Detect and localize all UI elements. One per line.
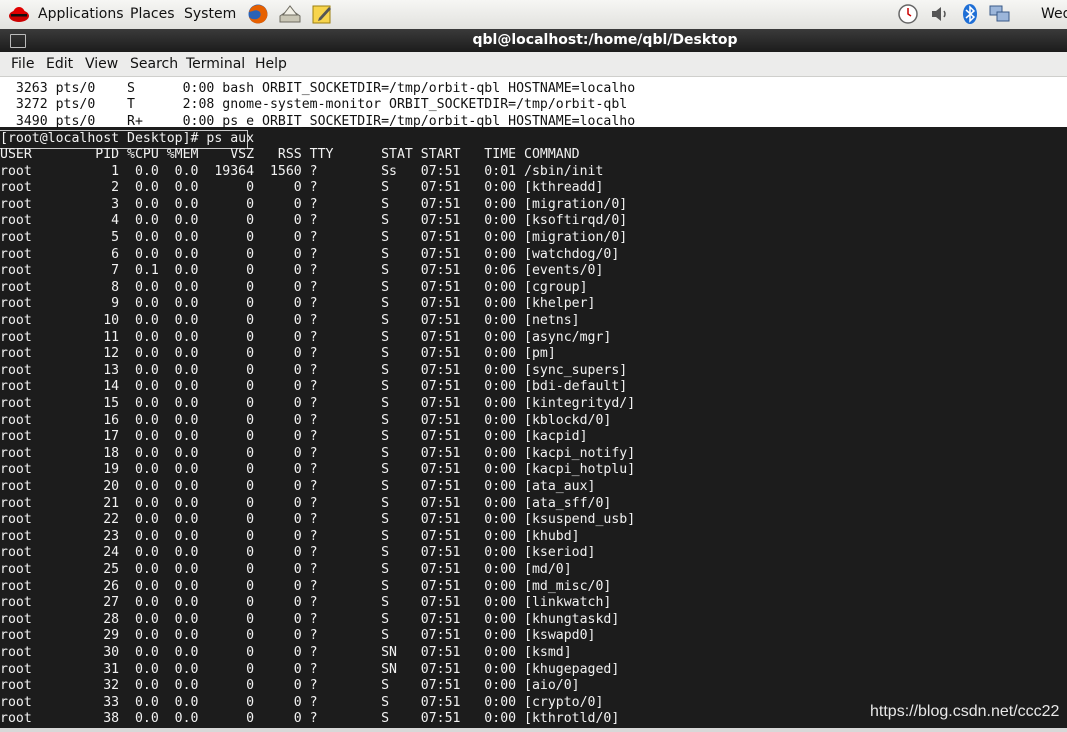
menu-view[interactable]: View [85,52,118,76]
process-row: root 10 0.0 0.0 0 0 ? S 07:51 0:00 [netn… [0,312,580,328]
history-line: 3263 pts/0 S 0:00 bash ORBIT_SOCKETDIR=/… [0,80,636,96]
menu-file[interactable]: File [11,52,34,76]
clock-icon[interactable] [896,3,920,25]
process-row: root 2 0.0 0.0 0 0 ? S 07:51 0:00 [kthre… [0,180,604,196]
window-title: qbl@localhost:/home/qbl/Desktop [472,32,738,48]
ps-column-header: USER PID %CPU %MEM VSZ RSS TTY STAT STAR… [0,146,580,162]
process-row: root 12 0.0 0.0 0 0 ? S 07:51 0:00 [pm] [0,346,556,362]
history-line: 3272 pts/0 T 2:08 gnome-system-monitor O… [0,97,628,113]
process-row: root 31 0.0 0.0 0 0 ? SN 07:51 0:00 [khu… [0,661,620,677]
process-row: root 6 0.0 0.0 0 0 ? S 07:51 0:00 [watch… [0,246,620,262]
menu-edit[interactable]: Edit [46,52,73,76]
process-row: root 29 0.0 0.0 0 0 ? S 07:51 0:00 [kswa… [0,628,596,644]
process-row: root 23 0.0 0.0 0 0 ? S 07:51 0:00 [khub… [0,528,580,544]
process-row: root 8 0.0 0.0 0 0 ? S 07:51 0:00 [cgrou… [0,279,588,295]
menu-terminal[interactable]: Terminal [186,52,245,76]
process-row: root 26 0.0 0.0 0 0 ? S 07:51 0:00 [md_m… [0,578,612,594]
menu-places[interactable]: Places [130,0,175,29]
process-row: root 24 0.0 0.0 0 0 ? S 07:51 0:00 [kser… [0,545,596,561]
bluetooth-icon[interactable] [958,3,982,25]
menu-help[interactable]: Help [255,52,287,76]
process-row: root 4 0.0 0.0 0 0 ? S 07:51 0:00 [ksoft… [0,213,628,229]
process-row: root 27 0.0 0.0 0 0 ? S 07:51 0:00 [link… [0,595,612,611]
menu-search[interactable]: Search [130,52,178,76]
process-row: root 30 0.0 0.0 0 0 ? SN 07:51 0:00 [ksm… [0,644,572,660]
process-row: root 22 0.0 0.0 0 0 ? S 07:51 0:00 [ksus… [0,512,636,528]
process-row: root 38 0.0 0.0 0 0 ? S 07:51 0:00 [kthr… [0,711,620,727]
window-title-bar[interactable]: qbl@localhost:/home/qbl/Desktop [0,29,1067,52]
process-row: root 16 0.0 0.0 0 0 ? S 07:51 0:00 [kblo… [0,412,612,428]
process-row: root 18 0.0 0.0 0 0 ? S 07:51 0:00 [kacp… [0,445,636,461]
network-icon[interactable] [988,3,1012,25]
process-row: root 11 0.0 0.0 0 0 ? S 07:51 0:00 [asyn… [0,329,612,345]
panel-clock[interactable]: Wed [1041,0,1067,29]
process-row: root 17 0.0 0.0 0 0 ? S 07:51 0:00 [kacp… [0,429,588,445]
horizontal-scrollbar[interactable] [0,728,1067,732]
process-row: root 21 0.0 0.0 0 0 ? S 07:51 0:00 [ata_… [0,495,612,511]
process-row: root 14 0.0 0.0 0 0 ? S 07:51 0:00 [bdi-… [0,379,628,395]
top-panel: Applications Places System We [0,0,1067,30]
process-row: root 13 0.0 0.0 0 0 ? S 07:51 0:00 [sync… [0,362,628,378]
process-row: root 15 0.0 0.0 0 0 ? S 07:51 0:00 [kint… [0,395,636,411]
process-row: root 32 0.0 0.0 0 0 ? S 07:51 0:00 [aio/… [0,678,580,694]
mail-client-icon[interactable] [278,3,302,25]
terminal-menu-bar: File Edit View Search Terminal Help [0,52,1067,77]
process-row: root 3 0.0 0.0 0 0 ? S 07:51 0:00 [migra… [0,196,628,212]
notes-icon[interactable] [310,3,334,25]
process-row: root 28 0.0 0.0 0 0 ? S 07:51 0:00 [khun… [0,611,620,627]
process-row: root 7 0.1 0.0 0 0 ? S 07:51 0:06 [event… [0,263,604,279]
redhat-logo-icon[interactable] [8,4,30,24]
terminal-output[interactable]: 3263 pts/0 S 0:00 bash ORBIT_SOCKETDIR=/… [0,77,1067,732]
process-row: root 9 0.0 0.0 0 0 ? S 07:51 0:00 [khelp… [0,296,596,312]
menu-applications[interactable]: Applications [38,0,124,29]
history-line: 3490 pts/0 R+ 0:00 ps e ORBIT_SOCKETDIR=… [0,113,636,129]
process-row: root 19 0.0 0.0 0 0 ? S 07:51 0:00 [kacp… [0,462,636,478]
firefox-icon[interactable] [246,3,270,25]
volume-icon[interactable] [928,3,952,25]
watermark-text: https://blog.csdn.net/ccc22 [870,703,1060,720]
process-row: root 20 0.0 0.0 0 0 ? S 07:51 0:00 [ata_… [0,478,596,494]
process-row: root 1 0.0 0.0 19364 1560 ? Ss 07:51 0:0… [0,163,604,179]
process-row: root 5 0.0 0.0 0 0 ? S 07:51 0:00 [migra… [0,229,628,245]
menu-system[interactable]: System [184,0,236,29]
process-row: root 33 0.0 0.0 0 0 ? S 07:51 0:00 [cryp… [0,694,604,710]
process-row: root 25 0.0 0.0 0 0 ? S 07:51 0:00 [md/0… [0,561,572,577]
